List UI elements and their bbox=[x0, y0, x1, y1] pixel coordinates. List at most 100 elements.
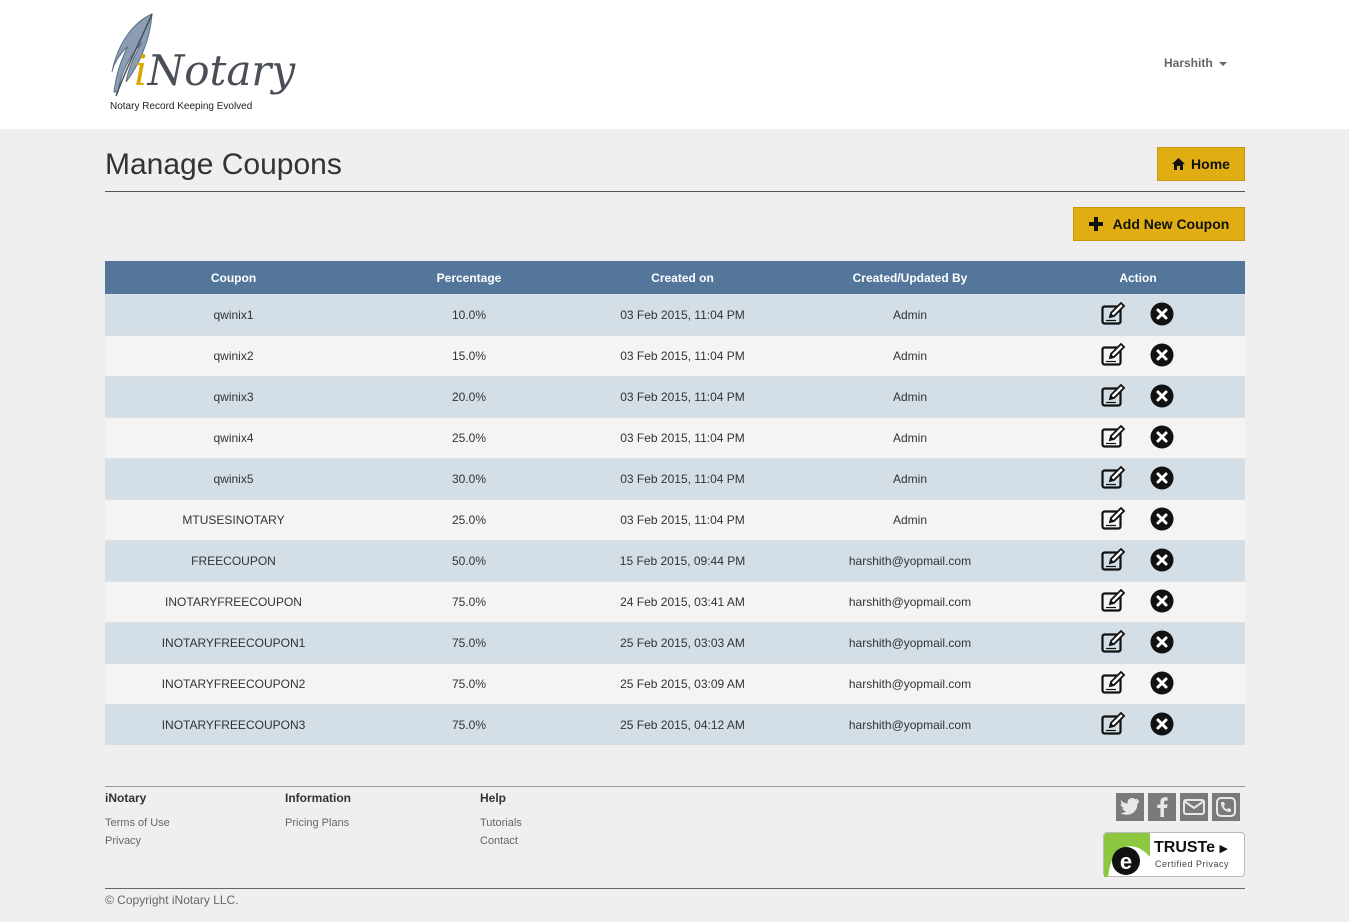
table-row: INOTARYFREECOUPON2 75.0% 25 Feb 2015, 03:0… bbox=[105, 663, 1245, 705]
coupon-percentage: 75.0% bbox=[362, 663, 576, 705]
coupon-created-by: harshith@yopmail.com bbox=[789, 663, 1031, 705]
coupon-percentage: 25.0% bbox=[362, 417, 576, 459]
edit-icon[interactable] bbox=[1101, 383, 1127, 410]
row-actions bbox=[1031, 581, 1245, 623]
coupons-table: Coupon Percentage Created on Created/Upd… bbox=[105, 261, 1245, 745]
footer-heading-inotary: iNotary bbox=[105, 791, 147, 805]
delete-icon[interactable] bbox=[1149, 425, 1175, 451]
coupon-created-by: harshith@yopmail.com bbox=[789, 622, 1031, 664]
footer-column-information: Information Pricing Plans bbox=[285, 791, 351, 835]
table-header-row: Coupon Percentage Created on Created/Upd… bbox=[105, 261, 1245, 295]
column-header-created-on[interactable]: Created on bbox=[576, 261, 789, 295]
footer-heading-help: Help bbox=[480, 791, 507, 805]
coupon-created-on: 25 Feb 2015, 03:09 AM bbox=[576, 663, 789, 705]
footer-column-inotary: iNotary Terms of Use Privacy bbox=[105, 791, 170, 853]
edit-icon[interactable] bbox=[1101, 547, 1127, 574]
facebook-icon[interactable] bbox=[1148, 793, 1176, 821]
footer-column-help: Help Tutorials Contact bbox=[480, 791, 522, 853]
coupon-created-by: Admin bbox=[789, 417, 1031, 459]
truste-subtitle: Certified Privacy bbox=[1155, 859, 1230, 869]
twitter-icon[interactable] bbox=[1116, 793, 1144, 821]
coupon-code: qwinix5 bbox=[105, 458, 362, 500]
coupon-code: INOTARYFREECOUPON2 bbox=[105, 663, 362, 705]
delete-icon[interactable] bbox=[1149, 712, 1175, 738]
coupon-created-by: Admin bbox=[789, 458, 1031, 500]
coupon-created-on: 03 Feb 2015, 11:04 PM bbox=[576, 458, 789, 500]
delete-icon[interactable] bbox=[1149, 343, 1175, 369]
row-actions bbox=[1031, 417, 1245, 459]
footer-divider bbox=[105, 786, 1245, 787]
row-actions bbox=[1031, 294, 1245, 336]
coupon-created-by: Admin bbox=[789, 294, 1031, 336]
row-actions bbox=[1031, 376, 1245, 418]
tutorials-link[interactable]: Tutorials bbox=[480, 817, 522, 829]
row-actions bbox=[1031, 663, 1245, 705]
delete-icon[interactable] bbox=[1149, 507, 1175, 533]
table-row: INOTARYFREECOUPON1 75.0% 25 Feb 2015, 03:0… bbox=[105, 622, 1245, 664]
edit-icon[interactable] bbox=[1101, 711, 1127, 738]
user-menu-dropdown[interactable]: Harshith bbox=[1164, 56, 1227, 70]
edit-icon[interactable] bbox=[1101, 424, 1127, 451]
table-row: qwinix2 15.0% 03 Feb 2015, 11:04 PM Admin bbox=[105, 335, 1245, 377]
coupon-created-by: harshith@yopmail.com bbox=[789, 704, 1031, 745]
title-divider bbox=[105, 191, 1245, 192]
pricing-plans-link[interactable]: Pricing Plans bbox=[285, 817, 351, 829]
coupon-code: qwinix3 bbox=[105, 376, 362, 418]
coupon-created-by: Admin bbox=[789, 499, 1031, 541]
privacy-link[interactable]: Privacy bbox=[105, 835, 170, 847]
home-button[interactable]: Home bbox=[1157, 147, 1245, 181]
terms-of-use-link[interactable]: Terms of Use bbox=[105, 817, 170, 829]
coupon-code: qwinix2 bbox=[105, 335, 362, 377]
column-header-coupon[interactable]: Coupon bbox=[105, 261, 362, 295]
coupon-percentage: 30.0% bbox=[362, 458, 576, 500]
add-coupon-button-label: Add New Coupon bbox=[1112, 216, 1230, 232]
truste-seal-icon: e bbox=[1104, 833, 1150, 877]
coupon-created-on: 03 Feb 2015, 11:04 PM bbox=[576, 417, 789, 459]
delete-icon[interactable] bbox=[1149, 302, 1175, 328]
edit-icon[interactable] bbox=[1101, 670, 1127, 697]
table-row: qwinix4 25.0% 03 Feb 2015, 11:04 PM Admin bbox=[105, 417, 1245, 459]
table-row: FREECOUPON 50.0% 15 Feb 2015, 09:44 PM hars… bbox=[105, 540, 1245, 582]
delete-icon[interactable] bbox=[1149, 630, 1175, 656]
row-actions bbox=[1031, 499, 1245, 541]
table-row: INOTARYFREECOUPON3 75.0% 25 Feb 2015, 04:1… bbox=[105, 704, 1245, 745]
delete-icon[interactable] bbox=[1149, 589, 1175, 615]
edit-icon[interactable] bbox=[1101, 588, 1127, 615]
row-actions bbox=[1031, 704, 1245, 745]
delete-icon[interactable] bbox=[1149, 466, 1175, 492]
coupon-created-on: 03 Feb 2015, 11:04 PM bbox=[576, 376, 789, 418]
coupon-created-by: Admin bbox=[789, 335, 1031, 377]
footer-heading-information: Information bbox=[285, 791, 351, 805]
edit-icon[interactable] bbox=[1101, 506, 1127, 533]
inotary-logo[interactable]: iNotary Notary Record Keeping Evolved bbox=[104, 12, 295, 117]
coupon-created-on: 15 Feb 2015, 09:44 PM bbox=[576, 540, 789, 582]
coupon-created-on: 03 Feb 2015, 11:04 PM bbox=[576, 335, 789, 377]
home-icon bbox=[1172, 158, 1186, 170]
edit-icon[interactable] bbox=[1101, 629, 1127, 656]
coupon-created-on: 03 Feb 2015, 11:04 PM bbox=[576, 294, 789, 336]
delete-icon[interactable] bbox=[1149, 671, 1175, 697]
delete-icon[interactable] bbox=[1149, 548, 1175, 574]
table-row: qwinix1 10.0% 03 Feb 2015, 11:04 PM Admin bbox=[105, 294, 1245, 336]
edit-icon[interactable] bbox=[1101, 301, 1127, 328]
add-new-coupon-button[interactable]: Add New Coupon bbox=[1073, 207, 1245, 241]
phone-icon[interactable] bbox=[1212, 793, 1240, 821]
email-icon[interactable] bbox=[1180, 793, 1208, 821]
table-row: INOTARYFREECOUPON 75.0% 24 Feb 2015, 03:41… bbox=[105, 581, 1245, 623]
edit-icon[interactable] bbox=[1101, 342, 1127, 369]
coupon-percentage: 10.0% bbox=[362, 294, 576, 336]
column-header-percentage[interactable]: Percentage bbox=[362, 261, 576, 295]
coupon-code: INOTARYFREECOUPON bbox=[105, 581, 362, 623]
user-name: Harshith bbox=[1164, 56, 1213, 70]
coupon-created-by: Admin bbox=[789, 376, 1031, 418]
truste-badge[interactable]: e TRUSTe ▶ Certified Privacy bbox=[1103, 832, 1245, 877]
column-header-action: Action bbox=[1031, 261, 1245, 295]
coupon-percentage: 20.0% bbox=[362, 376, 576, 418]
page-title: Manage Coupons bbox=[105, 148, 342, 181]
delete-icon[interactable] bbox=[1149, 384, 1175, 410]
row-actions bbox=[1031, 622, 1245, 664]
contact-link[interactable]: Contact bbox=[480, 835, 522, 847]
coupon-created-on: 25 Feb 2015, 04:12 AM bbox=[576, 704, 789, 745]
column-header-created-by[interactable]: Created/Updated By bbox=[789, 261, 1031, 295]
edit-icon[interactable] bbox=[1101, 465, 1127, 492]
